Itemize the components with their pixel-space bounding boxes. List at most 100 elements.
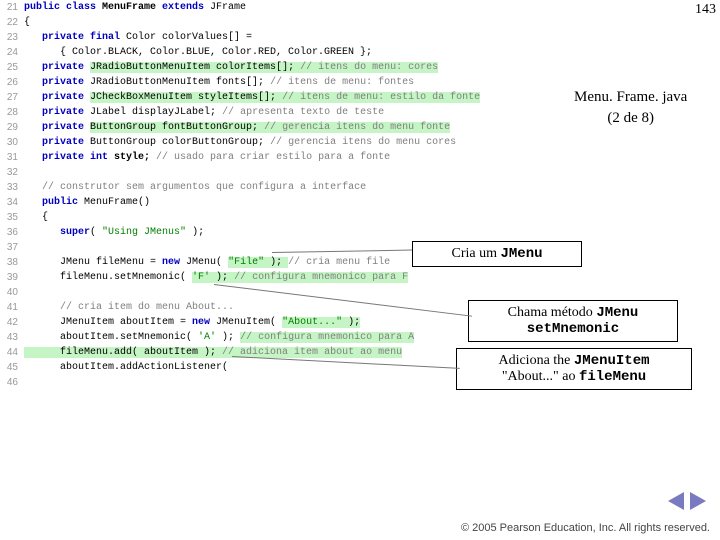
code-token: JCheckBoxMenuItem styleItems[]; (90, 92, 282, 103)
code-token: // usado para criar estilo para a fonte (156, 152, 390, 163)
callout-mono: JMenu (500, 246, 542, 262)
code-token: ); (264, 257, 288, 268)
code-token: Color colorValues[] = (126, 32, 252, 43)
nav-arrows (668, 492, 706, 510)
callout-subtitle: (2 de 8) (574, 110, 687, 127)
line-number: 26 (0, 77, 24, 88)
code-token: // configura mnemonico para A (240, 332, 414, 343)
code-content: public class MenuFrame extends JFrame (24, 2, 246, 13)
code-token (24, 122, 42, 133)
line-number: 35 (0, 212, 24, 223)
code-token: "File" (228, 257, 264, 268)
code-token: style; (114, 152, 156, 163)
code-token: // itens de menu: fontes (270, 77, 414, 88)
code-content: private JLabel displayJLabel; // apresen… (24, 107, 384, 118)
callout-mono: setMnemonic (527, 321, 619, 337)
line-number: 29 (0, 122, 24, 133)
code-token: private (42, 62, 90, 73)
code-line: 26 private JRadioButtonMenuItem fonts[];… (0, 75, 548, 90)
callout-title: Menu. Frame. java (574, 89, 687, 106)
code-line: 25 private JRadioButtonMenuItem colorIte… (0, 60, 548, 75)
code-token (24, 32, 42, 43)
line-number: 28 (0, 107, 24, 118)
code-content: { (24, 17, 30, 28)
code-content: private ButtonGroup fontButtonGroup; // … (24, 122, 450, 133)
code-content: super( "Using JMenus" ); (24, 227, 204, 238)
line-number: 31 (0, 152, 24, 163)
code-line: 35 { (0, 210, 548, 225)
code-content: { Color.BLACK, Color.BLUE, Color.RED, Co… (24, 47, 372, 58)
code-content: { (24, 212, 48, 223)
callout-mono: fileMenu (579, 369, 646, 385)
line-number: 41 (0, 302, 24, 313)
code-token: // itens de menu: estilo da fonte (282, 92, 480, 103)
line-number: 24 (0, 47, 24, 58)
code-token: 'A' (198, 332, 216, 343)
code-content: aboutItem.addActionListener( (24, 362, 228, 373)
line-number: 37 (0, 242, 24, 253)
code-token: JRadioButtonMenuItem fonts[]; (90, 77, 270, 88)
line-number: 22 (0, 17, 24, 28)
code-token: private (42, 122, 90, 133)
code-token (24, 152, 42, 163)
code-token: "Using JMenus" (102, 227, 186, 238)
code-content: JMenu fileMenu = new JMenu( "File" ); //… (24, 257, 390, 268)
code-token: aboutItem.addActionListener( (24, 362, 228, 373)
code-token: "About..." (282, 317, 342, 328)
line-number: 38 (0, 257, 24, 268)
code-content: JMenuItem aboutItem = new JMenuItem( "Ab… (24, 317, 360, 328)
code-line: 22{ (0, 15, 548, 30)
code-token (24, 92, 42, 103)
line-number: 44 (0, 347, 24, 358)
line-number: 42 (0, 317, 24, 328)
code-token: JMenu fileMenu = (24, 257, 162, 268)
code-line: 29 private ButtonGroup fontButtonGroup; … (0, 120, 548, 135)
page-number: 143 (695, 2, 716, 18)
callout-text: Cria um (451, 246, 500, 261)
line-number: 25 (0, 62, 24, 73)
callout-text: Adiciona the (498, 353, 573, 368)
code-line: 42 JMenuItem aboutItem = new JMenuItem( … (0, 315, 548, 330)
callout-filename: Menu. Frame. java (2 de 8) (564, 85, 697, 131)
next-arrow-icon[interactable] (690, 492, 706, 510)
code-token: // cria item do menu About... (60, 302, 234, 313)
code-content: private JRadioButtonMenuItem colorItems[… (24, 62, 438, 73)
code-token: ButtonGroup colorButtonGroup; (90, 137, 270, 148)
code-line: 27 private JCheckBoxMenuItem styleItems[… (0, 90, 548, 105)
line-number: 43 (0, 332, 24, 343)
callout-mono: JMenuItem (574, 353, 650, 369)
callout-add-item: Adiciona the JMenuItem "About..." ao fil… (456, 348, 692, 390)
code-token: private final (42, 32, 126, 43)
code-token (24, 302, 60, 313)
code-line: 41 // cria item do menu About... (0, 300, 548, 315)
code-token: { Color.BLACK, Color.BLUE, Color.RED, Co… (24, 47, 372, 58)
code-token: JRadioButtonMenuItem colorItems[]; (90, 62, 300, 73)
code-token: ); (216, 332, 240, 343)
code-token: super (60, 227, 90, 238)
code-line: 21public class MenuFrame extends JFrame (0, 0, 548, 15)
prev-arrow-icon[interactable] (668, 492, 684, 510)
code-token: { (24, 212, 48, 223)
code-content: private ButtonGroup colorButtonGroup; //… (24, 137, 456, 148)
code-token: MenuFrame (102, 2, 162, 13)
line-number: 33 (0, 182, 24, 193)
code-token: ); (186, 227, 204, 238)
code-token: // apresenta texto de teste (222, 107, 384, 118)
code-content: private int style; // usado para criar e… (24, 152, 390, 163)
callout-text: "About..." ao (502, 369, 579, 384)
line-number: 32 (0, 167, 24, 178)
code-line: 32 (0, 165, 548, 180)
code-token: ); (342, 317, 360, 328)
code-line: 36 super( "Using JMenus" ); (0, 225, 548, 240)
code-token: private (42, 77, 90, 88)
code-content: // construtor sem argumentos que configu… (24, 182, 366, 193)
code-token: // construtor sem argumentos que configu… (42, 182, 366, 193)
code-token: private (42, 107, 90, 118)
code-content: // cria item do menu About... (24, 302, 234, 313)
code-token (24, 137, 42, 148)
code-line: 40 (0, 285, 548, 300)
code-line: 30 private ButtonGroup colorButtonGroup;… (0, 135, 548, 150)
code-token: 'F' (192, 272, 210, 283)
line-number: 46 (0, 377, 24, 388)
code-token (24, 197, 42, 208)
